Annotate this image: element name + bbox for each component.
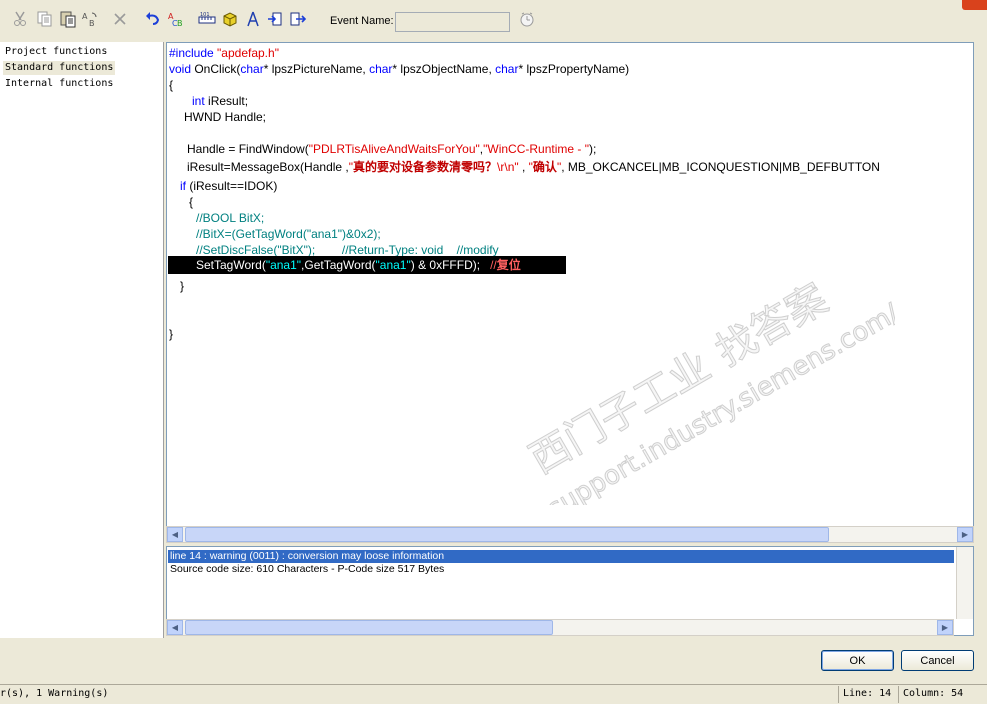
code-token: // [490, 258, 497, 272]
import-icon[interactable] [265, 9, 285, 29]
code-token: Handle = FindWindow( [187, 142, 309, 156]
code-token: (iResult==IDOK) [186, 179, 278, 193]
code-token: void [169, 62, 192, 76]
scroll-right-icon[interactable]: ▶ [937, 620, 953, 635]
code-token: SetTagWord( [196, 258, 266, 272]
event-name-label: Event Name: [330, 15, 394, 27]
scroll-left-icon[interactable]: ◀ [167, 527, 183, 542]
code-token: 真的要对设备参数清零吗？ [353, 160, 498, 174]
abc-icon[interactable]: ACB [166, 9, 186, 29]
code-line: { [189, 195, 194, 209]
watermark-text: 找答案 [708, 276, 835, 376]
code-line: if (iResult==IDOK) [180, 178, 277, 194]
export-icon[interactable] [288, 9, 308, 29]
code-token: "ana1" [375, 258, 411, 272]
code-token: iResult=MessageBox(Handle , [187, 160, 349, 174]
svg-text:A: A [82, 12, 88, 21]
code-line: } [180, 279, 185, 293]
watermark-logo: 西门子工业 找答案 support.industry.siemens.com/c… [522, 275, 895, 505]
code-token: char [369, 62, 393, 76]
code-line: iResult=MessageBox(Handle ,"真的要对设备参数清零吗？… [187, 159, 880, 175]
code-token: , MB_OKCANCEL|MB_ICONQUESTION|MB_DEFBUTT… [561, 160, 880, 174]
event-name-input[interactable] [395, 12, 510, 32]
svg-text:B: B [89, 19, 95, 28]
svg-text:101: 101 [200, 12, 210, 18]
code-token: ,GetTagWord( [301, 258, 376, 272]
undo-icon[interactable] [143, 9, 163, 29]
tree-item-project-functions[interactable]: Project functions [3, 45, 109, 59]
code-line: int iResult; [192, 93, 248, 109]
status-line: Line: 14 [838, 686, 896, 703]
code-token: char [240, 62, 264, 76]
code-token: "PDLRTisAliveAndWaitsForYou" [308, 142, 480, 156]
code-token: * lpszPropertyName) [518, 62, 630, 76]
find-replace-icon[interactable]: AB [80, 9, 100, 29]
code-token: "WinCC-Runtime - " [483, 142, 589, 156]
compile-icon[interactable] [220, 9, 240, 29]
output-horizontal-scrollbar[interactable]: ◀ ▶ [166, 619, 954, 636]
scroll-thumb[interactable] [185, 620, 553, 635]
code-token: OnClick( [191, 62, 241, 76]
tools-icon[interactable] [243, 9, 263, 29]
delete-icon[interactable] [110, 9, 130, 29]
code-line: #include "apdefap.h" [169, 45, 279, 61]
editor-horizontal-scrollbar[interactable]: ◀ ▶ [166, 526, 974, 543]
selected-code-line: SetTagWord("ana1",GetTagWord("ana1") & 0… [168, 256, 566, 274]
watermark-text: support.industry.siemens.com/cs [543, 285, 895, 505]
cut-icon[interactable] [10, 9, 30, 29]
window-chrome-icon [932, 0, 954, 10]
code-editor[interactable]: #include "apdefap.h" void OnClick(char* … [166, 42, 974, 528]
output-vertical-scrollbar[interactable] [956, 547, 973, 619]
watermark-text: 西门子工业 [522, 343, 718, 483]
function-tree: Project functions Standard functions Int… [0, 42, 164, 638]
code-line: SetTagWord("ana1",GetTagWord("ana1") & 0… [196, 257, 521, 273]
code-token: * lpszObjectName, [392, 62, 496, 76]
toolbar: AB ACB 101 Event Name: [0, 0, 987, 42]
code-token: 复位 [496, 258, 521, 272]
code-token: char [495, 62, 519, 76]
code-token: iResult; [204, 94, 249, 108]
tree-item-standard-functions[interactable]: Standard functions [3, 61, 116, 75]
code-token: , [518, 160, 529, 174]
code-token: 确认 [532, 160, 557, 174]
window-close-button[interactable] [962, 0, 987, 10]
output-line-warning[interactable]: line 14 : warning (0011) : conversion ma… [168, 550, 954, 563]
cancel-button[interactable]: Cancel [901, 650, 974, 671]
code-token: ); [588, 142, 597, 156]
code-line: { [169, 78, 174, 92]
code-token: \r\n" [497, 160, 519, 174]
code-token: "apdefap.h" [217, 46, 279, 60]
clock-icon[interactable] [518, 10, 536, 31]
code-line: HWND Handle; [184, 110, 267, 124]
code-line: //BitX=(GetTagWord("ana1")&0x2); [196, 227, 381, 241]
code-token: "ana1" [265, 258, 302, 272]
ruler-icon[interactable]: 101 [197, 9, 217, 29]
code-line: } [169, 327, 174, 341]
scroll-left-icon[interactable]: ◀ [167, 620, 183, 635]
scroll-right-icon[interactable]: ▶ [957, 527, 973, 542]
code-token: * lpszPictureName, [263, 62, 370, 76]
code-token: #include [169, 46, 214, 60]
code-line: Handle = FindWindow("PDLRTisAliveAndWait… [187, 141, 596, 157]
paste-icon[interactable] [58, 9, 78, 29]
code-line: //BOOL BitX; [196, 211, 265, 225]
status-message: r(s), 1 Warning(s) [0, 688, 109, 699]
scroll-thumb[interactable] [185, 527, 829, 542]
status-bar: r(s), 1 Warning(s) Line: 14 Column: 54 [0, 684, 987, 704]
ok-button[interactable]: OK [821, 650, 894, 671]
copy-icon[interactable] [35, 9, 55, 29]
status-column: Column: 54 [898, 686, 987, 703]
code-token: ) & 0xFFFD); [410, 258, 491, 272]
tree-item-internal-functions[interactable]: Internal functions [3, 77, 115, 91]
svg-text:B: B [177, 19, 183, 28]
output-line-size[interactable]: Source code size: 610 Characters - P-Cod… [170, 563, 444, 576]
code-line: void OnClick(char* lpszPictureName, char… [169, 61, 629, 77]
code-token: int [192, 94, 205, 108]
